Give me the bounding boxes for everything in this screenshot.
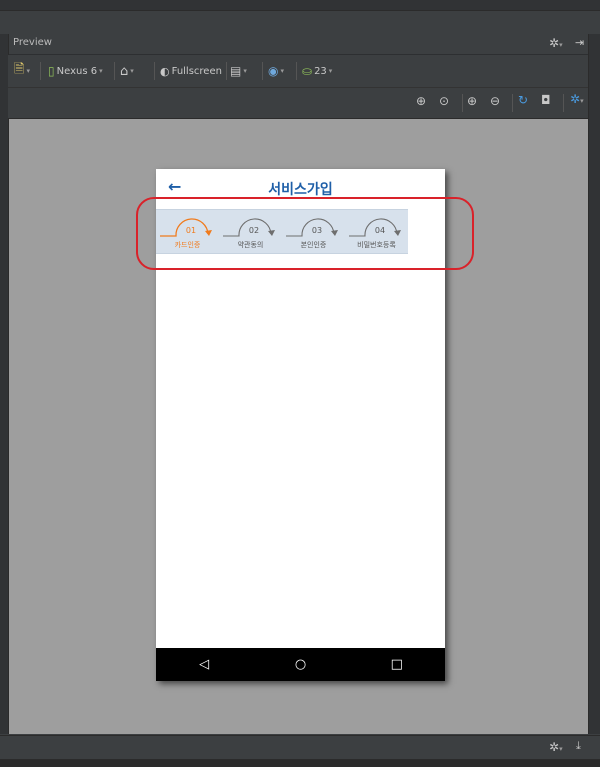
- status-strip: [0, 759, 600, 767]
- locale-selector[interactable]: ◉ ▾: [268, 61, 284, 81]
- orientation-button[interactable]: ⌂ ▾: [120, 61, 134, 81]
- android-icon: ⛀: [302, 64, 313, 78]
- toolbar-divider: [226, 62, 227, 80]
- zoom-actual-size-icon[interactable]: ⊕: [416, 94, 426, 108]
- theme-icon: ◐: [160, 64, 170, 78]
- right-tool-gutter: [588, 34, 600, 734]
- panel-settings-icon[interactable]: ✲▾: [549, 36, 563, 50]
- hide-panel-icon[interactable]: ⇥: [575, 36, 584, 49]
- phone-icon: ▯: [48, 64, 55, 78]
- camera-icon[interactable]: ◘: [541, 93, 551, 107]
- toolbar-divider: [154, 62, 155, 80]
- bottom-settings-icon[interactable]: ✲▾: [549, 740, 563, 754]
- theme-label: Fullscreen: [171, 65, 222, 77]
- activity-icon: ▤: [230, 64, 242, 78]
- chevron-down-icon: ▾: [99, 67, 103, 75]
- layout-file-button[interactable]: 🗎 ▾: [14, 61, 30, 81]
- file-icon: 🗎: [14, 62, 25, 77]
- toolbar-divider: [114, 62, 115, 80]
- nav-recents-icon[interactable]: □: [382, 657, 412, 672]
- globe-icon: ◉: [268, 64, 279, 78]
- zoom-out-icon[interactable]: ⊖: [490, 94, 500, 108]
- left-tool-gutter: [0, 34, 9, 734]
- window-top-strip: [0, 0, 600, 11]
- download-icon[interactable]: ⤓: [576, 739, 581, 753]
- toolbar-divider: [563, 94, 564, 112]
- zoom-toolbar: ⊕ ⊙ ⊕ ⊖ ↻ ◘ ✲▾: [8, 88, 588, 119]
- chevron-down-icon: ▾: [26, 67, 30, 75]
- panel-title: Preview: [13, 37, 52, 48]
- chevron-down-icon: ▾: [243, 67, 247, 75]
- highlight-annotation: [136, 197, 474, 270]
- zoom-fit-icon[interactable]: ⊙: [439, 94, 449, 108]
- api-level-selector[interactable]: ⛀ 23 ▾: [302, 61, 332, 81]
- toolbar-divider: [296, 62, 297, 80]
- preview-titlebar: Preview ✲▾ ⇥: [0, 34, 600, 55]
- toolbar-divider: [40, 62, 41, 80]
- device-label: Nexus 6: [56, 65, 98, 77]
- device-selector[interactable]: ▯ Nexus 6 ▾: [48, 61, 103, 81]
- settings-gear-icon[interactable]: ✲▾: [570, 92, 584, 106]
- chevron-down-icon: ▾: [130, 67, 134, 75]
- android-nav-bar: ◁ ○ □: [156, 648, 445, 681]
- activity-selector[interactable]: ▤ ▾: [230, 61, 247, 81]
- preview-toolbar: 🗎 ▾ ▯ Nexus 6 ▾ ⌂ ▾ ◐ Fullscreen ▤ ▾ ◉ ▾ ⛀ 2…: [8, 55, 588, 88]
- api-level-label: 23: [314, 65, 327, 77]
- chevron-down-icon: ▾: [280, 67, 284, 75]
- toolbar-divider: [262, 62, 263, 80]
- bottom-toolbar: ✲▾ ⤓: [0, 735, 600, 760]
- orientation-icon: ⌂: [120, 63, 129, 79]
- nav-back-icon[interactable]: ◁: [189, 657, 219, 672]
- toolbar-divider: [512, 94, 513, 112]
- refresh-icon[interactable]: ↻: [518, 93, 528, 107]
- chevron-down-icon: ▾: [328, 67, 333, 75]
- page-title: 서비스가입: [268, 182, 333, 198]
- zoom-in-icon[interactable]: ⊕: [467, 94, 477, 108]
- nav-home-icon[interactable]: ○: [285, 657, 315, 672]
- toolbar-divider: [462, 94, 463, 112]
- theme-selector[interactable]: ◐ Fullscreen: [160, 61, 222, 81]
